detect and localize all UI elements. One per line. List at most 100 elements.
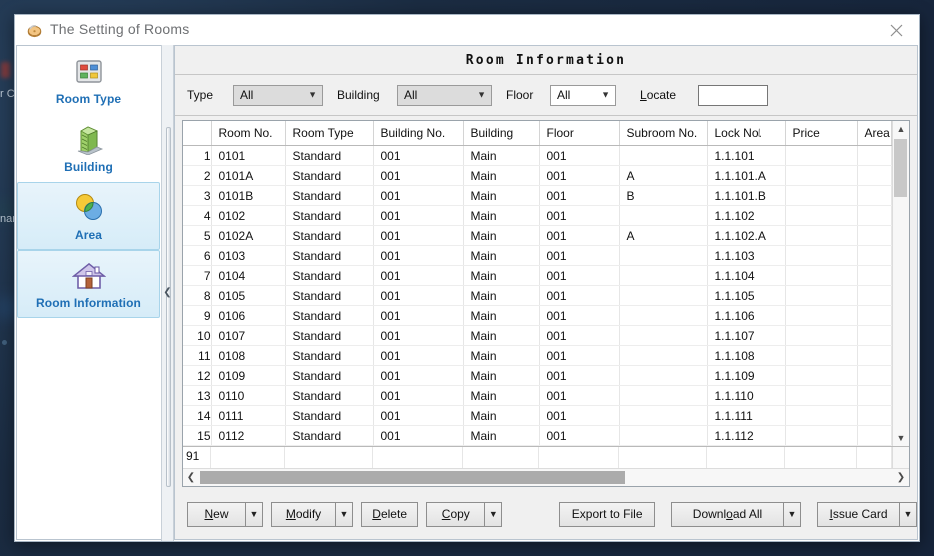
- table-row[interactable]: 130110Standard001Main0011.1.110: [183, 386, 892, 406]
- cell-room-no[interactable]: 0102: [211, 206, 285, 226]
- table-row[interactable]: 70104Standard001Main0011.1.104: [183, 266, 892, 286]
- cell-price[interactable]: [785, 286, 857, 306]
- cell-price[interactable]: [785, 266, 857, 286]
- copy-button[interactable]: Copy: [426, 502, 484, 527]
- table-row[interactable]: 100107Standard001Main0011.1.107: [183, 326, 892, 346]
- cell-lock-no[interactable]: 1.1.109: [707, 366, 785, 386]
- cell-floor[interactable]: 001: [539, 166, 619, 186]
- cell-room-no[interactable]: 0102A: [211, 226, 285, 246]
- table-row[interactable]: 30101BStandard001Main001B1.1.101.B: [183, 186, 892, 206]
- cell-room-no[interactable]: 0107: [211, 326, 285, 346]
- cell-floor[interactable]: 001: [539, 226, 619, 246]
- cell-floor[interactable]: 001: [539, 406, 619, 426]
- table-row[interactable]: 50102AStandard001Main001A1.1.102.A: [183, 226, 892, 246]
- cell-room-type[interactable]: Standard: [285, 326, 373, 346]
- cell-subroom-no[interactable]: [619, 306, 707, 326]
- table-viewport[interactable]: Room No. Room Type Building No. Building…: [183, 121, 892, 446]
- cell-floor[interactable]: 001: [539, 386, 619, 406]
- cell-floor[interactable]: 001: [539, 286, 619, 306]
- cell-building[interactable]: Main: [463, 266, 539, 286]
- table-row[interactable]: 60103Standard001Main0011.1.103: [183, 246, 892, 266]
- column-header-subroom-no[interactable]: Subroom No.: [619, 121, 707, 146]
- cell-room-type[interactable]: Standard: [285, 366, 373, 386]
- cell-room-type[interactable]: Standard: [285, 226, 373, 246]
- scroll-left-icon[interactable]: ❮: [183, 470, 199, 486]
- cell-price[interactable]: [785, 406, 857, 426]
- delete-button[interactable]: Delete: [361, 502, 418, 527]
- cell-building[interactable]: Main: [463, 326, 539, 346]
- table-row[interactable]: 40102Standard001Main0011.1.102: [183, 206, 892, 226]
- cell-area[interactable]: [857, 426, 892, 446]
- cell-lock-no[interactable]: 1.1.110: [707, 386, 785, 406]
- cell-building[interactable]: Main: [463, 206, 539, 226]
- cell-area[interactable]: [857, 286, 892, 306]
- building-select[interactable]: All ▼: [397, 85, 492, 106]
- cell-price[interactable]: [785, 426, 857, 446]
- row-number[interactable]: 9: [183, 306, 211, 326]
- row-number[interactable]: 6: [183, 246, 211, 266]
- row-number[interactable]: 14: [183, 406, 211, 426]
- cell-subroom-no[interactable]: [619, 426, 707, 446]
- issue-card-button[interactable]: Issue Card: [817, 502, 899, 527]
- cell-room-type[interactable]: Standard: [285, 306, 373, 326]
- sidebar-item-building[interactable]: Building: [17, 114, 160, 182]
- cell-area[interactable]: [857, 386, 892, 406]
- new-dropdown-arrow[interactable]: ▼: [245, 502, 263, 527]
- cell-room-type[interactable]: Standard: [285, 426, 373, 446]
- cell-building[interactable]: Main: [463, 426, 539, 446]
- cell-price[interactable]: [785, 306, 857, 326]
- cell-building[interactable]: Main: [463, 386, 539, 406]
- cell-lock-no[interactable]: 1.1.103: [707, 246, 785, 266]
- cell-lock-no[interactable]: 1.1.101: [707, 146, 785, 166]
- cell-area[interactable]: [857, 206, 892, 226]
- cell-building-no[interactable]: 001: [373, 346, 463, 366]
- cell-lock-no[interactable]: 1.1.102: [707, 206, 785, 226]
- cell-floor[interactable]: 001: [539, 246, 619, 266]
- cell-floor[interactable]: 001: [539, 366, 619, 386]
- type-select[interactable]: All ▼: [233, 85, 323, 106]
- cell-building[interactable]: Main: [463, 166, 539, 186]
- sidebar-item-room-type[interactable]: Room Type: [17, 46, 160, 114]
- cell-subroom-no[interactable]: [619, 366, 707, 386]
- cell-building-no[interactable]: 001: [373, 386, 463, 406]
- row-number[interactable]: 7: [183, 266, 211, 286]
- cell-subroom-no[interactable]: [619, 346, 707, 366]
- cell-price[interactable]: [785, 346, 857, 366]
- cell-floor[interactable]: 001: [539, 306, 619, 326]
- cell-floor[interactable]: 001: [539, 266, 619, 286]
- cell-building-no[interactable]: 001: [373, 426, 463, 446]
- cell-floor[interactable]: 001: [539, 146, 619, 166]
- cell-lock-no[interactable]: 1.1.107: [707, 326, 785, 346]
- cell-building-no[interactable]: 001: [373, 326, 463, 346]
- cell-area[interactable]: [857, 366, 892, 386]
- cell-price[interactable]: [785, 386, 857, 406]
- cell-floor[interactable]: 001: [539, 426, 619, 446]
- cell-subroom-no[interactable]: [619, 286, 707, 306]
- cell-room-no[interactable]: 0106: [211, 306, 285, 326]
- cell-subroom-no[interactable]: A: [619, 166, 707, 186]
- cell-building-no[interactable]: 001: [373, 286, 463, 306]
- column-header-lock-no[interactable]: Lock No. /: [707, 121, 785, 146]
- cell-price[interactable]: [785, 366, 857, 386]
- cell-building[interactable]: Main: [463, 226, 539, 246]
- cell-area[interactable]: [857, 186, 892, 206]
- scroll-down-icon[interactable]: ▼: [893, 430, 909, 446]
- cell-subroom-no[interactable]: [619, 326, 707, 346]
- close-icon[interactable]: [873, 15, 919, 45]
- cell-room-no[interactable]: 0111: [211, 406, 285, 426]
- cell-lock-no[interactable]: 1.1.111: [707, 406, 785, 426]
- cell-floor[interactable]: 001: [539, 206, 619, 226]
- column-header-floor[interactable]: Floor: [539, 121, 619, 146]
- cell-lock-no[interactable]: 1.1.104: [707, 266, 785, 286]
- column-header-building-no[interactable]: Building No.: [373, 121, 463, 146]
- cell-area[interactable]: [857, 166, 892, 186]
- column-header-room-type[interactable]: Room Type: [285, 121, 373, 146]
- row-number[interactable]: 13: [183, 386, 211, 406]
- cell-floor[interactable]: 001: [539, 326, 619, 346]
- floor-select[interactable]: All ▼: [550, 85, 616, 106]
- cell-price[interactable]: [785, 226, 857, 246]
- cell-room-type[interactable]: Standard: [285, 186, 373, 206]
- cell-lock-no[interactable]: 1.1.112: [707, 426, 785, 446]
- vertical-scrollbar[interactable]: ▲ ▼: [892, 121, 909, 446]
- sidebar-item-room-information[interactable]: Room Information: [17, 250, 160, 318]
